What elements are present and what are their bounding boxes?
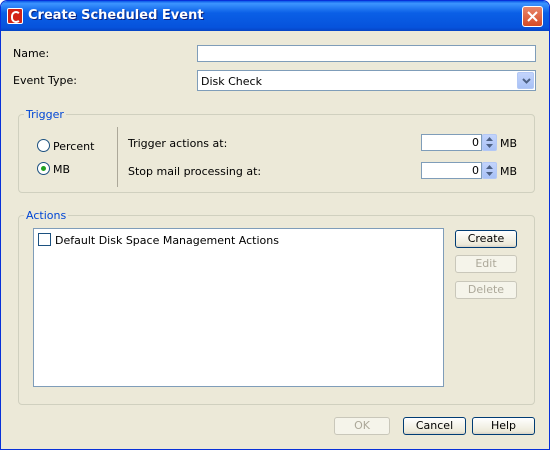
trigger-divider [117, 127, 118, 187]
title-bar[interactable]: Create Scheduled Event [1, 1, 549, 31]
action-item-label: Default Disk Space Management Actions [55, 234, 279, 247]
spin-down-icon [486, 172, 493, 176]
ok-button[interactable]: OK [334, 417, 390, 435]
spin-down-icon [486, 144, 493, 148]
actions-legend: Actions [24, 209, 69, 222]
dialog-window: Create Scheduled Event Name: Event Type:… [0, 0, 550, 450]
action-checkbox[interactable] [38, 233, 51, 246]
spin-up-icon [486, 137, 493, 141]
stop-mail-unit: MB [500, 165, 518, 178]
actions-list[interactable]: Default Disk Space Management Actions [33, 228, 444, 387]
create-button[interactable]: Create [455, 230, 517, 248]
trigger-group [18, 114, 535, 193]
event-type-select[interactable]: Disk Check [197, 70, 536, 91]
trigger-actions-unit: MB [500, 137, 518, 150]
close-icon [527, 11, 538, 22]
trigger-actions-label: Trigger actions at: [128, 137, 228, 150]
name-input[interactable] [197, 45, 536, 62]
delete-button[interactable]: Delete [455, 281, 517, 299]
trigger-actions-spinner[interactable] [482, 134, 497, 151]
trigger-legend: Trigger [24, 108, 66, 121]
mb-radio-label[interactable]: MB [53, 163, 70, 176]
edit-button[interactable]: Edit [455, 255, 517, 273]
name-label: Name: [13, 47, 50, 60]
trigger-actions-input[interactable]: 0 [421, 134, 482, 151]
close-button[interactable] [522, 6, 543, 27]
cancel-button[interactable]: Cancel [403, 417, 466, 435]
mb-radio[interactable] [37, 162, 50, 175]
chevron-down-icon [522, 78, 531, 84]
help-button[interactable]: Help [472, 417, 535, 435]
stop-mail-input[interactable]: 0 [421, 162, 482, 179]
stop-mail-label: Stop mail processing at: [128, 165, 262, 178]
stop-mail-spinner[interactable] [482, 162, 497, 179]
window-title: Create Scheduled Event [28, 8, 204, 23]
percent-radio[interactable] [37, 139, 50, 152]
spin-up-icon [486, 165, 493, 169]
event-type-value: Disk Check [201, 75, 262, 88]
list-item[interactable]: Default Disk Space Management Actions [38, 233, 338, 248]
app-logo-icon [7, 8, 23, 24]
percent-radio-label[interactable]: Percent [53, 140, 94, 153]
event-type-label: Event Type: [13, 74, 77, 87]
event-type-dropdown-button[interactable] [517, 72, 534, 89]
